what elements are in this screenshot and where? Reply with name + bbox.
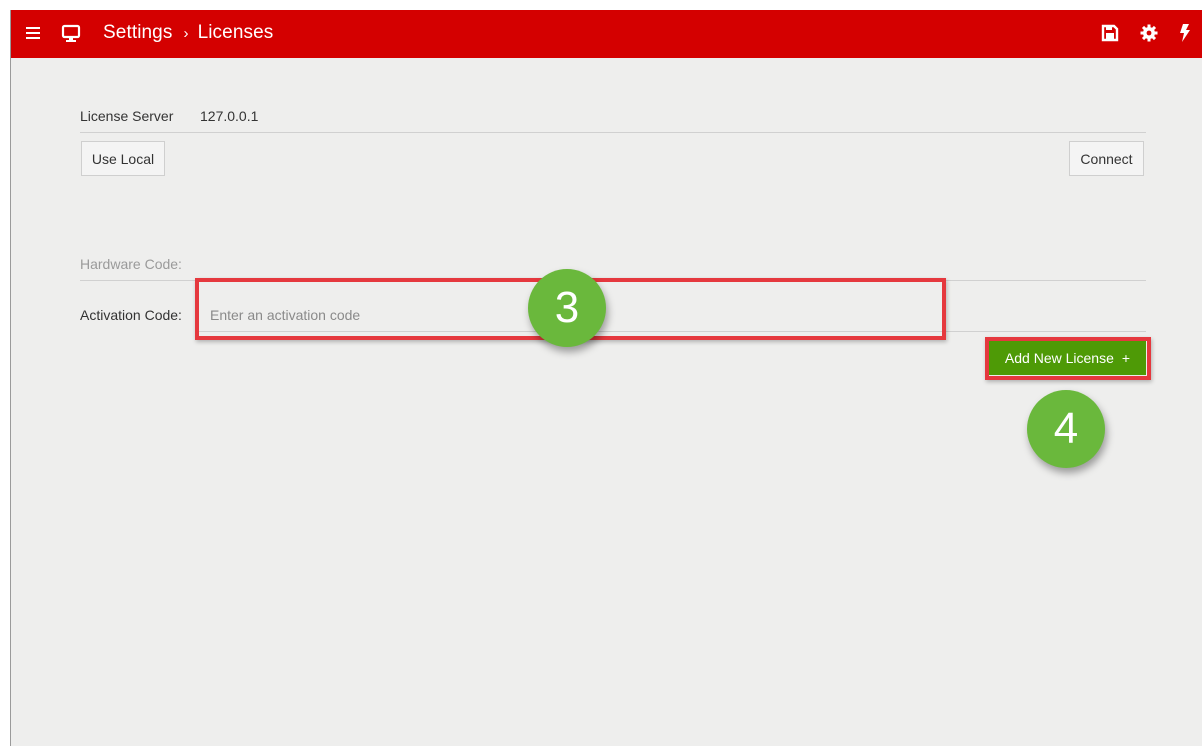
app-window: Settings › Licenses License Server 127.0… — [10, 10, 1202, 746]
monitor-icon — [61, 24, 81, 42]
step-4-highlight — [985, 337, 1151, 380]
save-icon[interactable] — [1101, 24, 1119, 42]
license-server-underline — [80, 132, 1146, 133]
gear-icon[interactable] — [1140, 24, 1158, 42]
breadcrumb-separator: › — [183, 25, 189, 42]
breadcrumb-licenses: Licenses — [197, 22, 274, 43]
activation-code-label: Activation Code: — [80, 307, 182, 323]
screenshot-frame: Settings › Licenses License Server 127.0… — [0, 0, 1202, 746]
hardware-code-label: Hardware Code: — [80, 256, 182, 272]
breadcrumb-settings[interactable]: Settings — [103, 22, 172, 43]
bolt-icon[interactable] — [1179, 24, 1191, 42]
top-bar: Settings › Licenses — [11, 10, 1202, 58]
license-server-label: License Server — [80, 108, 174, 124]
breadcrumb: Settings › Licenses — [103, 22, 273, 44]
step-4-badge: 4 — [1027, 390, 1105, 468]
license-server-value[interactable]: 127.0.0.1 — [200, 108, 258, 124]
connect-button[interactable]: Connect — [1069, 141, 1144, 176]
use-local-button[interactable]: Use Local — [81, 141, 165, 176]
step-3-badge: 3 — [528, 269, 606, 347]
hamburger-icon[interactable] — [26, 27, 40, 39]
